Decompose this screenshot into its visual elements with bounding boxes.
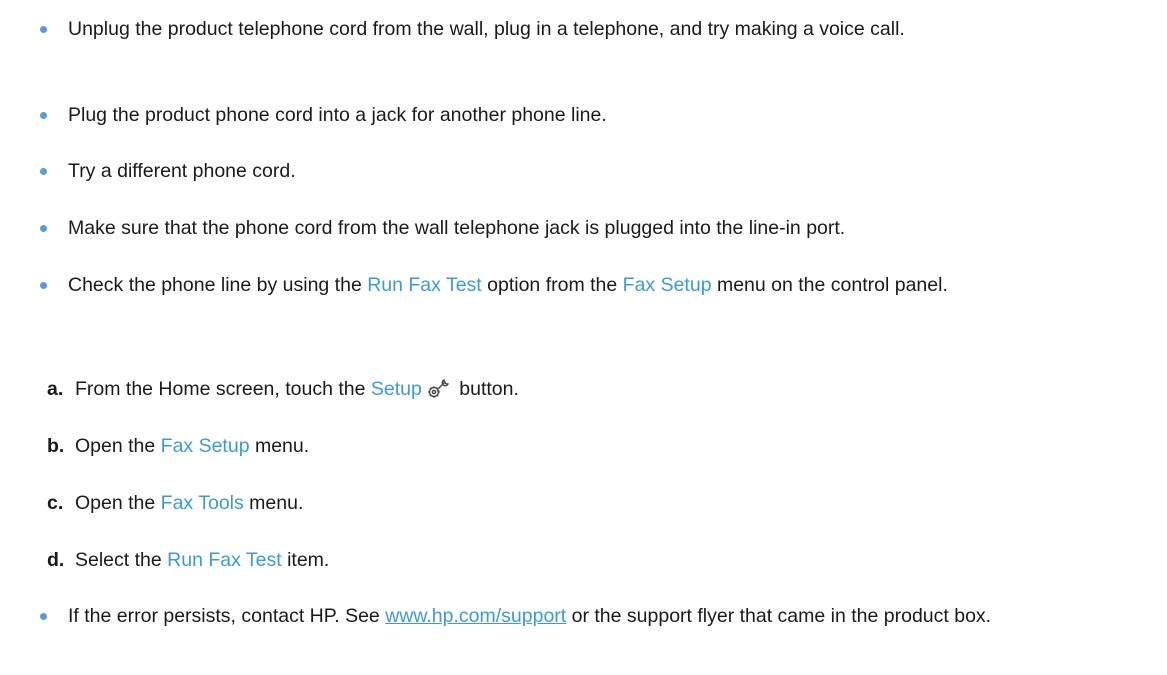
- list-item: Make sure that the phone cord from the w…: [40, 213, 1158, 243]
- step-item: a. From the Home screen, touch the Setup…: [47, 374, 1075, 404]
- step-letter: c.: [47, 492, 64, 514]
- list-item-text-pre: If the error persists, contact HP. See: [68, 605, 386, 627]
- list-item: Plug the product phone cord into a jack …: [40, 100, 1158, 130]
- step-item: b. Open the Fax Setup menu.: [47, 431, 1075, 461]
- bullet-dot: [40, 26, 47, 33]
- step-item: d. Select the Run Fax Test item.: [47, 545, 1075, 575]
- step-text-post: item.: [281, 549, 330, 571]
- setup-term: Setup: [370, 378, 422, 400]
- fax-setup-term: Fax Setup: [160, 435, 250, 457]
- setup-wrench-gear-icon: [428, 378, 449, 398]
- list-item: Unplug the product telephone cord from t…: [40, 14, 1158, 44]
- step-item: c. Open the Fax Tools menu.: [47, 488, 1075, 518]
- hp-support-link[interactable]: www.hp.com/support: [385, 605, 566, 627]
- bullet-dot: [40, 225, 47, 232]
- step-letter: d.: [47, 549, 65, 571]
- step-text-post: button.: [453, 378, 519, 400]
- step-text-post: menu.: [249, 435, 310, 457]
- run-fax-test-term: Run Fax Test: [367, 274, 482, 296]
- bullet-dot: [40, 613, 47, 620]
- list-item: Try a different phone cord.: [40, 156, 1158, 186]
- bullet-dot: [40, 112, 47, 119]
- list-item-text: Unplug the product telephone cord from t…: [68, 18, 905, 40]
- step-text-post: menu.: [243, 492, 304, 514]
- list-item-text-post: or the support flyer that came in the pr…: [566, 605, 992, 627]
- list-item-text: Make sure that the phone cord from the w…: [68, 217, 846, 239]
- list-item-text-mid: option from the: [481, 274, 623, 296]
- list-item: If the error persists, contact HP. See w…: [40, 601, 1158, 631]
- fax-tools-term: Fax Tools: [160, 492, 244, 514]
- document-page: Unplug the product telephone cord from t…: [0, 0, 1167, 675]
- list-item-text-post: menu on the control panel.: [711, 274, 948, 296]
- list-item-text: Plug the product phone cord into a jack …: [68, 104, 607, 126]
- step-text-pre: From the Home screen, touch the: [75, 378, 371, 400]
- bullet-dot: [40, 282, 47, 289]
- step-letter: b.: [47, 435, 65, 457]
- bullet-dot: [40, 168, 47, 175]
- run-fax-test-term: Run Fax Test: [167, 549, 282, 571]
- step-text-pre: Open the: [75, 435, 161, 457]
- fax-setup-term: Fax Setup: [622, 274, 712, 296]
- list-item: Check the phone line by using the Run Fa…: [40, 270, 1158, 300]
- list-item-text-pre: Check the phone line by using the: [68, 274, 368, 296]
- step-text-pre: Select the: [75, 549, 168, 571]
- step-letter: a.: [47, 378, 64, 400]
- list-item-text: Try a different phone cord.: [68, 160, 296, 182]
- step-text-pre: Open the: [75, 492, 161, 514]
